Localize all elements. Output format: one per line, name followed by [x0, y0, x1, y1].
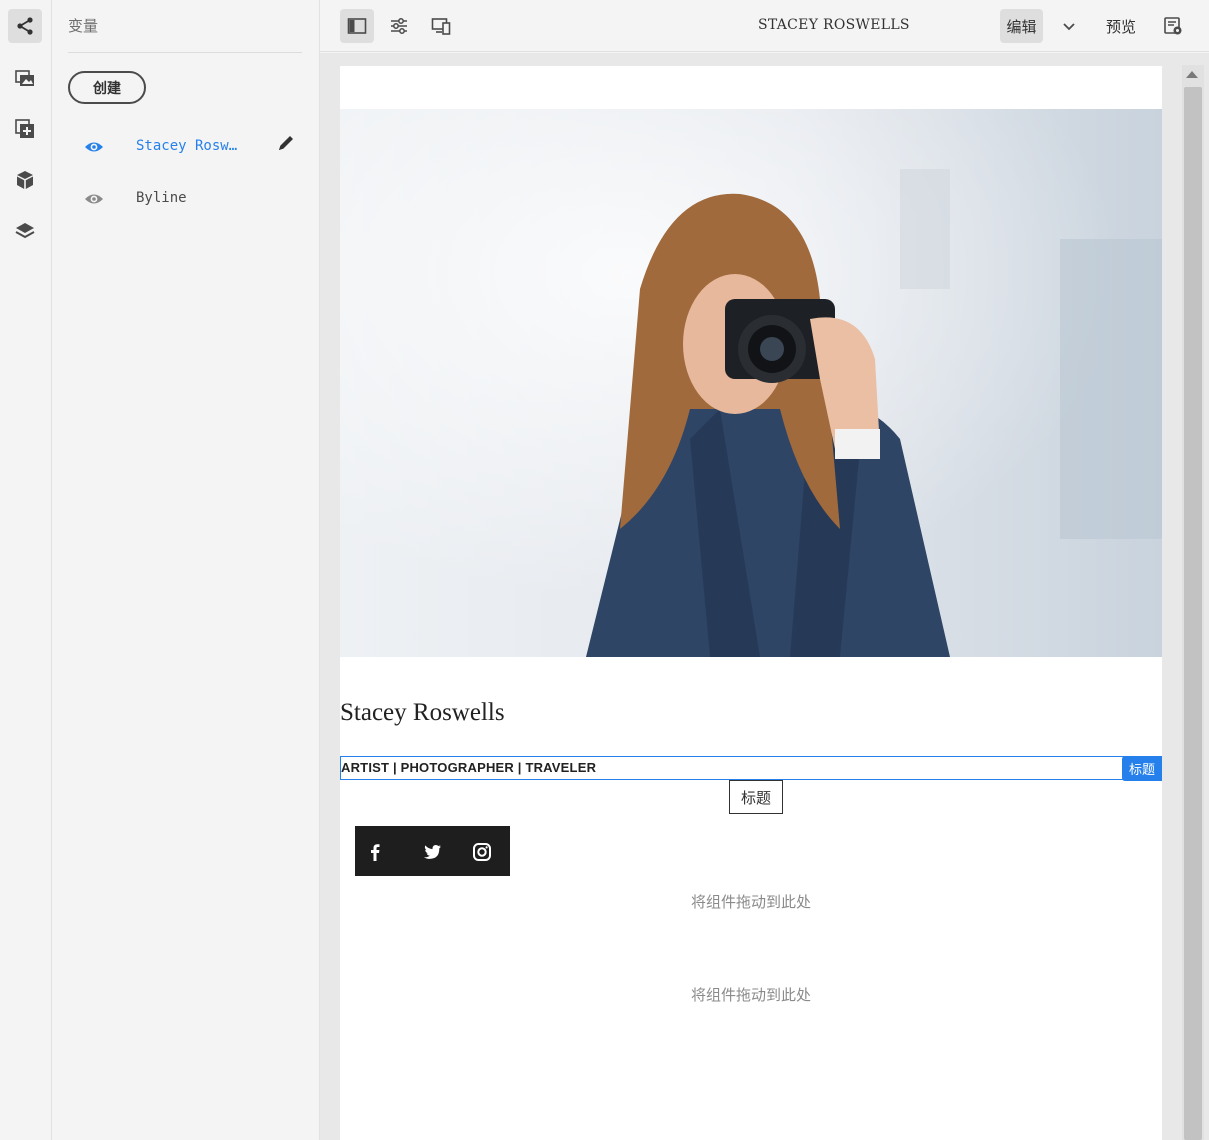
content-tree-rail-button[interactable]	[8, 163, 42, 197]
vertical-scrollbar[interactable]	[1182, 65, 1204, 1140]
editor-app: 变量 创建 Stacey Rosw… Byline STACEY ROSWELL…	[0, 0, 1209, 1140]
variation-item-master[interactable]: Stacey Rosw…	[68, 127, 308, 167]
social-links-bar	[355, 826, 510, 876]
share-nodes-icon	[17, 17, 33, 35]
assets-rail-button[interactable]	[8, 61, 42, 95]
title-component-selected[interactable]: ARTIST | PHOTOGRAPHER | TRAVELER 标题	[340, 756, 1162, 781]
scroll-thumb[interactable]	[1184, 87, 1202, 1140]
eye-icon[interactable]	[84, 189, 104, 209]
page-name: STACEY ROSWELLS	[758, 17, 910, 33]
chevron-down-icon	[1063, 23, 1075, 31]
scroll-up-arrow-icon[interactable]	[1186, 71, 1198, 78]
layers-icon	[15, 223, 35, 239]
page-preview: Stacey Roswells ARTIST | PHOTOGRAPHER | …	[340, 66, 1162, 1140]
drop-zone-1[interactable]: 将组件拖动到此处	[340, 891, 1162, 912]
emulator-icon	[431, 18, 451, 35]
editor-canvas: Stacey Roswells ARTIST | PHOTOGRAPHER | …	[320, 53, 1209, 1140]
create-button[interactable]: 创建	[68, 71, 146, 104]
pencil-icon[interactable]	[276, 133, 296, 153]
preview-mode-button[interactable]: 预览	[1098, 9, 1144, 43]
top-toolbar: STACEY ROSWELLS 编辑 预览	[320, 0, 1209, 52]
edit-mode-button[interactable]: 编辑	[1000, 9, 1043, 43]
page-info-button[interactable]	[1156, 9, 1190, 43]
drop-zone-2[interactable]: 将组件拖动到此处	[340, 984, 1162, 1005]
components-rail-button[interactable]	[8, 112, 42, 146]
properties-icon	[391, 18, 407, 34]
panel-title: 变量	[68, 17, 99, 35]
subtitle-text: ARTIST | PHOTOGRAPHER | TRAVELER	[341, 760, 597, 775]
side-panel-toggle-icon	[347, 18, 367, 34]
mode-dropdown-button[interactable]	[1052, 9, 1086, 43]
cube-icon	[17, 171, 33, 189]
properties-button[interactable]	[382, 9, 416, 43]
variation-label: Byline	[136, 190, 187, 206]
variation-label: Stacey Rosw…	[136, 138, 238, 154]
hero-image[interactable]	[340, 109, 1162, 657]
facebook-icon[interactable]	[364, 841, 386, 863]
page-heading: Stacey Roswells	[340, 699, 505, 726]
variations-rail-button[interactable]	[8, 9, 42, 43]
page-info-icon	[1164, 17, 1182, 35]
left-rail	[0, 0, 52, 1140]
component-tooltip: 标题	[729, 780, 783, 814]
eye-icon[interactable]	[84, 137, 104, 157]
toggle-side-panel-button[interactable]	[340, 9, 374, 43]
add-component-icon	[15, 119, 34, 138]
instagram-icon[interactable]	[471, 841, 493, 863]
media-library-icon	[15, 70, 34, 86]
component-type-badge[interactable]: 标题	[1122, 756, 1162, 781]
panel-divider	[68, 52, 302, 53]
variations-panel: 变量 创建 Stacey Rosw… Byline	[52, 0, 320, 1140]
emulator-button[interactable]	[424, 9, 458, 43]
twitter-icon[interactable]	[421, 841, 443, 863]
variation-item-byline[interactable]: Byline	[68, 179, 308, 219]
layers-rail-button[interactable]	[8, 214, 42, 248]
